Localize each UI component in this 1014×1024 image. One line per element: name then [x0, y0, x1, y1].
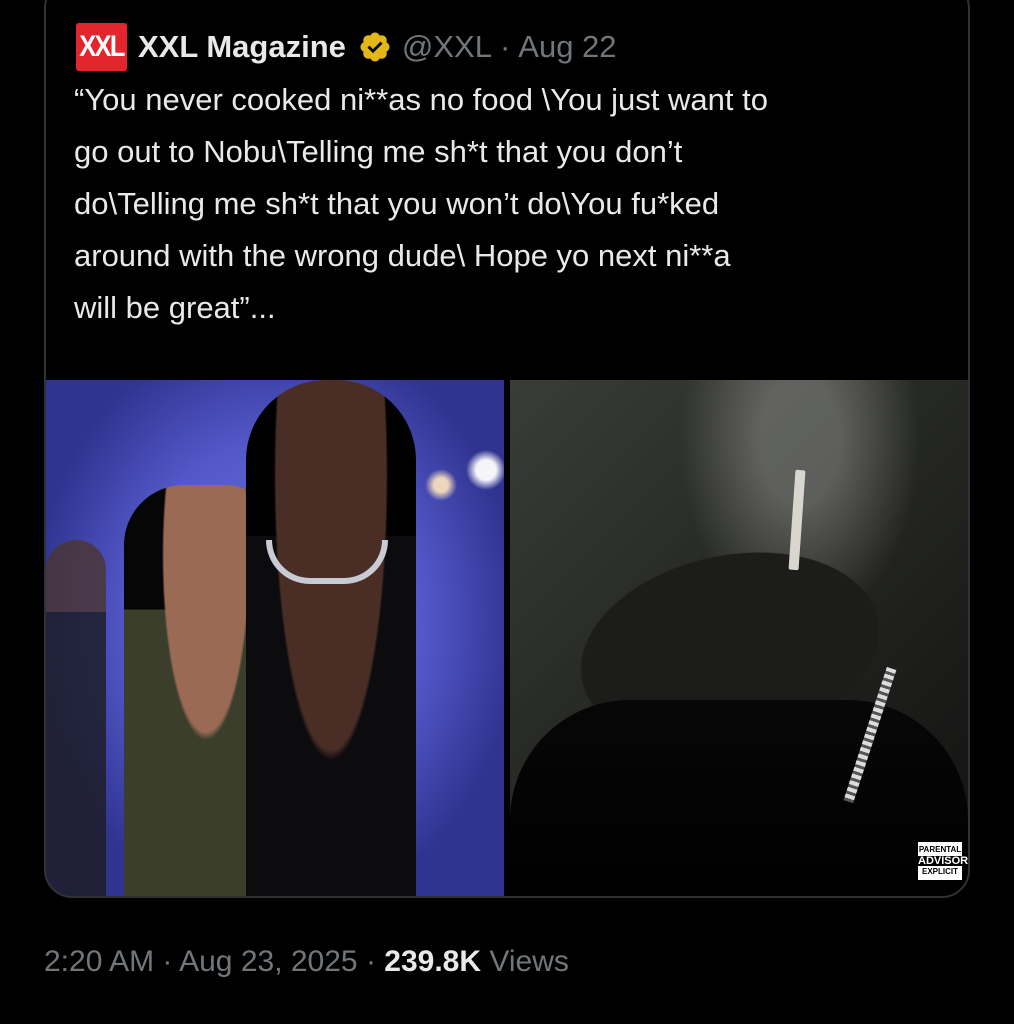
dark-body	[510, 700, 968, 896]
parental-advisory-label: PARENTAL ADVISORY EXPLICIT	[918, 842, 968, 880]
post-time[interactable]: 2:20 AM	[44, 945, 154, 978]
photo-couple[interactable]	[46, 380, 504, 896]
advisory-line-1: PARENTAL	[918, 845, 962, 854]
quoted-tweet-text: “You never cooked ni**as no food \You ju…	[74, 82, 768, 325]
background-person	[46, 540, 106, 896]
verified-badge-icon	[360, 32, 390, 62]
author-name[interactable]: XXL Magazine	[138, 29, 346, 65]
author-handle[interactable]: @XXL	[402, 29, 492, 65]
views-label: Views	[489, 945, 569, 978]
advisory-line-3: EXPLICIT	[921, 867, 958, 876]
advisory-line-2: ADVISORY	[918, 855, 968, 867]
post-date-full[interactable]: Aug 23, 2025	[179, 945, 358, 978]
man-figure	[246, 380, 416, 896]
xxl-logo-avatar[interactable]: XXL	[76, 23, 127, 71]
quoted-tweet-header: XXL XXL Magazine @XXL · Aug 22	[76, 18, 617, 76]
meta-separator-1: ·	[162, 945, 173, 978]
post-date[interactable]: Aug 22	[518, 29, 616, 65]
photo-album-cover[interactable]: PARENTAL ADVISORY EXPLICIT	[510, 380, 968, 896]
views-count[interactable]: 239.8K	[384, 945, 481, 978]
post-metadata: 2:20 AM · Aug 23, 2025 · 239.8K Views	[44, 945, 569, 979]
meta-separator-2: ·	[365, 945, 376, 978]
media-grid: PARENTAL ADVISORY EXPLICIT	[46, 380, 968, 896]
quoted-tweet-card[interactable]: XXL XXL Magazine @XXL · Aug 22 “You neve…	[44, 0, 970, 898]
separator-dot: ·	[499, 29, 511, 64]
